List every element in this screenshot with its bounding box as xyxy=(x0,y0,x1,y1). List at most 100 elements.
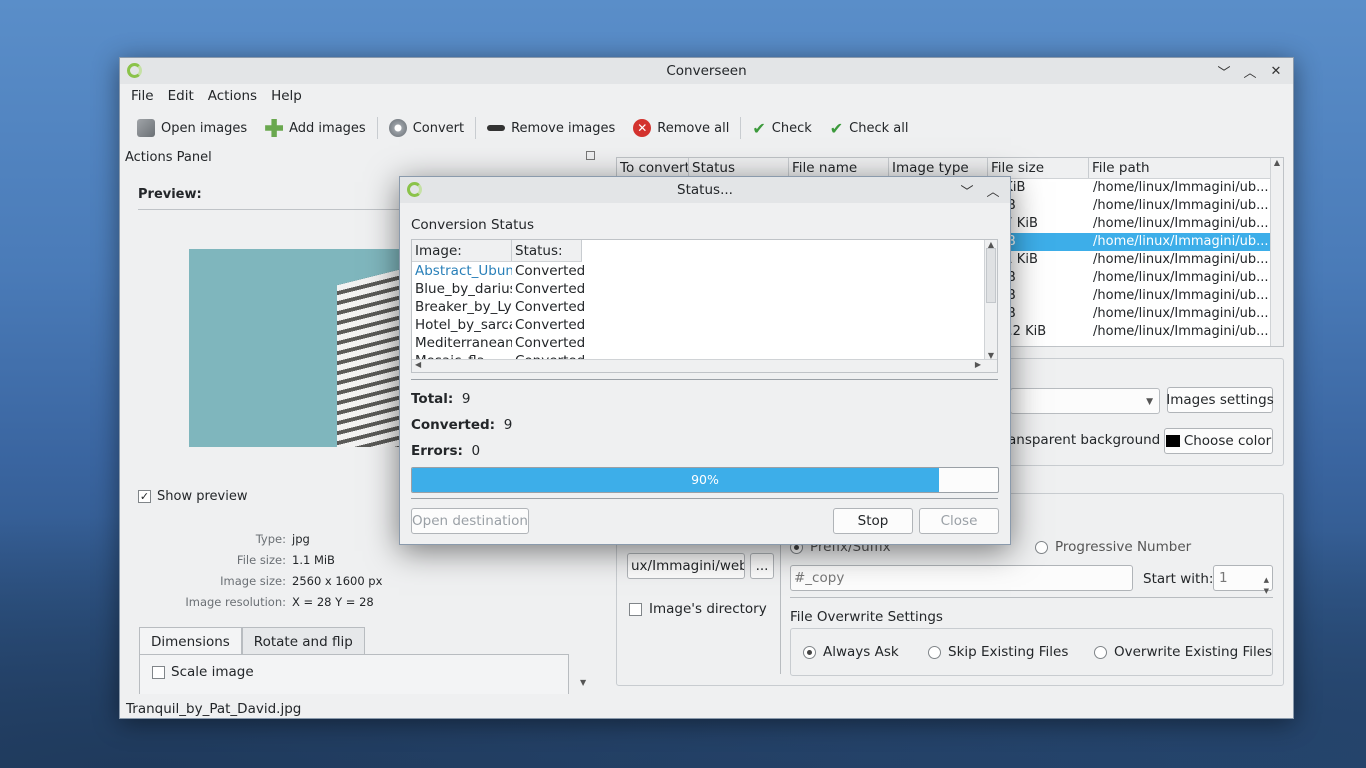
preview-label: Preview: xyxy=(138,187,202,202)
divider xyxy=(411,498,998,499)
col-file-path[interactable]: File path xyxy=(1089,158,1271,178)
dialog-title-bar: Status... ﹀ ︿ xyxy=(400,177,1010,203)
checkbox-icon[interactable] xyxy=(629,602,642,616)
maximize-icon[interactable]: ︿ xyxy=(1239,61,1261,81)
remove-images-button[interactable]: Remove images xyxy=(478,114,624,142)
table-scrollbar[interactable]: ▲ xyxy=(1270,158,1283,346)
radio-icon[interactable] xyxy=(1094,645,1107,659)
col-file-size[interactable]: File size xyxy=(988,158,1089,178)
list-item[interactable]: Hotel_by_sarcasConverted xyxy=(412,316,997,334)
info-resolution-key: Image resolution: xyxy=(185,595,286,609)
scroll-thumb[interactable] xyxy=(986,248,996,303)
scroll-left-icon[interactable]: ◀ xyxy=(415,360,421,369)
scroll-up-icon[interactable]: ▲ xyxy=(1271,158,1283,167)
status-list-vscroll[interactable]: ▲ ▼ xyxy=(984,240,997,360)
skip-existing-radio[interactable]: Skip Existing Files xyxy=(928,644,1068,660)
file-path-cell: /home/linux/Immagini/ub... xyxy=(1093,198,1269,213)
file-path-cell: /home/linux/Immagini/ub... xyxy=(1093,324,1269,339)
col-status[interactable]: Status xyxy=(689,158,789,178)
divider xyxy=(138,209,400,210)
menu-edit[interactable]: Edit xyxy=(161,88,201,104)
status-list[interactable]: Image: Status: Abstract_UbuntuConvertedB… xyxy=(411,239,998,373)
minimize-icon[interactable]: ﹀ xyxy=(1213,61,1235,81)
app-icon xyxy=(407,182,422,197)
checkbox-checked-icon[interactable]: ✓ xyxy=(138,490,151,503)
open-images-button[interactable]: Open images xyxy=(128,114,256,142)
divider xyxy=(411,379,998,380)
image-info: Type: jpg File size: 1.1 MiB Image size:… xyxy=(120,532,590,622)
show-preview-checkbox[interactable]: ✓ Show preview xyxy=(138,489,247,504)
browse-button[interactable]: ... xyxy=(750,553,774,579)
file-path-cell: /home/linux/Immagini/ub... xyxy=(1093,270,1269,285)
minimize-icon[interactable]: ﹀ xyxy=(956,180,978,200)
app-icon xyxy=(127,63,142,78)
image-name-cell: Blue_by_dariusk xyxy=(415,281,512,297)
file-path-cell: /home/linux/Immagini/ub... xyxy=(1093,216,1269,231)
menu-file[interactable]: File xyxy=(124,88,161,104)
scroll-down-icon[interactable]: ▼ xyxy=(580,678,586,687)
add-icon xyxy=(265,119,284,137)
image-name-cell: Abstract_Ubuntu xyxy=(415,263,512,279)
col-image-type[interactable]: Image type xyxy=(889,158,988,178)
always-ask-radio[interactable]: Always Ask xyxy=(803,644,899,660)
images-directory-checkbox[interactable]: Image's directory xyxy=(629,601,767,617)
status-list-body: Abstract_UbuntuConvertedBlue_by_dariuskC… xyxy=(412,262,997,360)
check-all-button[interactable]: ✔ Check all xyxy=(821,114,918,142)
list-item[interactable]: Blue_by_dariuskConverted xyxy=(412,280,997,298)
list-item[interactable]: Mediterranean_ Converted xyxy=(412,334,997,352)
spin-down-icon[interactable]: ▼ xyxy=(1264,579,1269,603)
list-item[interactable]: Abstract_UbuntuConverted xyxy=(412,262,997,280)
tab-rotate-flip[interactable]: Rotate and flip xyxy=(241,627,365,655)
list-item[interactable]: Breaker_by_LyleConverted xyxy=(412,298,997,316)
status-list-header: Image: Status: xyxy=(412,240,582,262)
convert-button[interactable]: Convert xyxy=(380,114,473,142)
status-cell: Converted xyxy=(515,335,586,351)
tab-bar: Dimensions Rotate and flip xyxy=(139,627,365,655)
dock-float-icon[interactable] xyxy=(586,151,595,160)
col-image[interactable]: Image: xyxy=(412,240,512,261)
total-value: 9 xyxy=(461,391,471,407)
overwrite-existing-radio[interactable]: Overwrite Existing Files xyxy=(1094,644,1272,660)
radio-icon[interactable] xyxy=(1035,540,1048,554)
tab-dimensions[interactable]: Dimensions xyxy=(139,627,242,655)
menu-actions[interactable]: Actions xyxy=(201,88,264,104)
scroll-right-icon[interactable]: ▶ xyxy=(975,360,981,369)
close-button[interactable]: Close xyxy=(919,508,999,534)
progressive-number-radio[interactable]: Progressive Number xyxy=(1035,539,1191,555)
scale-image-checkbox[interactable]: Scale image xyxy=(152,664,254,680)
dimensions-pane: Scale image xyxy=(139,654,569,694)
start-with-label: Start with: xyxy=(1143,571,1214,587)
checkbox-icon[interactable] xyxy=(152,665,165,679)
status-dialog: Status... ﹀ ︿ Conversion Status Image: S… xyxy=(399,176,1011,545)
close-icon[interactable]: ✕ xyxy=(1265,61,1287,81)
transparent-bg-label[interactable]: ansparent background xyxy=(1008,432,1160,448)
radio-selected-icon[interactable] xyxy=(803,645,816,659)
start-with-spinbox[interactable]: 1 ▲ ▼ xyxy=(1213,565,1273,595)
progress-bar: 90% xyxy=(411,467,999,493)
file-path-cell: /home/linux/Immagini/ub... xyxy=(1093,180,1269,195)
conversion-status-title: Conversion Status xyxy=(411,217,534,233)
add-images-button[interactable]: Add images xyxy=(256,114,375,142)
radio-icon[interactable] xyxy=(928,645,941,659)
maximize-icon[interactable]: ︿ xyxy=(982,180,1004,200)
remove-all-button[interactable]: ✕ Remove all xyxy=(624,114,738,142)
check-button[interactable]: ✔ Check xyxy=(743,114,820,142)
info-filesize-value: 1.1 MiB xyxy=(292,553,335,567)
stop-button[interactable]: Stop xyxy=(833,508,913,534)
format-combo[interactable]: ▼ xyxy=(1010,388,1160,414)
col-file-name[interactable]: File name xyxy=(789,158,889,178)
col-to-convert[interactable]: To convert xyxy=(617,158,689,178)
folder-icon xyxy=(137,119,155,137)
open-destination-button[interactable]: Open destination xyxy=(411,508,529,534)
images-settings-button[interactable]: Images settings xyxy=(1166,387,1274,413)
output-dir-input[interactable]: ux/Immagini/webp xyxy=(627,553,745,579)
status-list-hscroll[interactable]: ◀ ▶ xyxy=(412,359,997,372)
menu-help[interactable]: Help xyxy=(264,88,309,104)
divider xyxy=(780,538,781,674)
check-all-icon: ✔ xyxy=(829,118,844,138)
col-status[interactable]: Status: xyxy=(512,240,582,261)
choose-color-button[interactable]: Choose color xyxy=(1164,428,1273,454)
errors-stat: Errors: 0 xyxy=(411,443,481,459)
suffix-input[interactable]: #_copy xyxy=(790,565,1133,591)
info-type-key: Type: xyxy=(255,532,286,546)
